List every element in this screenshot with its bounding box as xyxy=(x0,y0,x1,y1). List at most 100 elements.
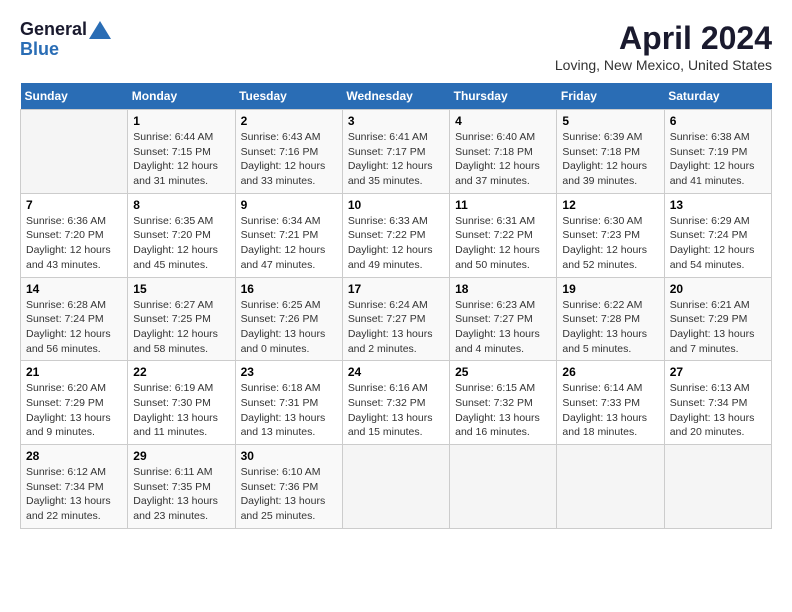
day-number: 6 xyxy=(670,114,766,128)
calendar-cell: 26 Sunrise: 6:14 AMSunset: 7:33 PMDayligh… xyxy=(557,361,664,445)
day-number: 18 xyxy=(455,282,551,296)
day-info: Sunrise: 6:39 AMSunset: 7:18 PMDaylight:… xyxy=(562,130,658,189)
calendar-cell: 21Sunrise: 6:20 AMSunset: 7:29 PMDayligh… xyxy=(21,361,128,445)
day-number: 24 xyxy=(348,365,444,379)
day-info: Sunrise: 6:18 AMSunset: 7:31 PMDaylight:… xyxy=(241,381,337,440)
calendar-header-row: SundayMondayTuesdayWednesdayThursdayFrid… xyxy=(21,83,772,110)
day-info: Sunrise: 6:40 AMSunset: 7:18 PMDaylight:… xyxy=(455,130,551,189)
calendar-cell xyxy=(557,445,664,529)
header-thursday: Thursday xyxy=(450,83,557,110)
day-info: Sunrise: 6:19 AMSunset: 7:30 PMDaylight:… xyxy=(133,381,229,440)
day-info: Sunrise: 6:41 AMSunset: 7:17 PMDaylight:… xyxy=(348,130,444,189)
day-info: Sunrise: 6:11 AMSunset: 7:35 PMDaylight:… xyxy=(133,465,229,524)
day-info: Sunrise: 6:36 AMSunset: 7:20 PMDaylight:… xyxy=(26,214,122,273)
calendar-week-3: 14Sunrise: 6:28 AMSunset: 7:24 PMDayligh… xyxy=(21,277,772,361)
day-info: Sunrise: 6:23 AMSunset: 7:27 PMDaylight:… xyxy=(455,298,551,357)
calendar-cell: 16 Sunrise: 6:25 AMSunset: 7:26 PMDayligh… xyxy=(235,277,342,361)
day-number: 19 xyxy=(562,282,658,296)
calendar-cell: 20 Sunrise: 6:21 AMSunset: 7:29 PMDayligh… xyxy=(664,277,771,361)
day-number: 16 xyxy=(241,282,337,296)
day-number: 4 xyxy=(455,114,551,128)
day-number: 8 xyxy=(133,198,229,212)
day-number: 1 xyxy=(133,114,229,128)
calendar-cell: 29Sunrise: 6:11 AMSunset: 7:35 PMDayligh… xyxy=(128,445,235,529)
day-info: Sunrise: 6:10 AMSunset: 7:36 PMDaylight:… xyxy=(241,465,337,524)
subtitle: Loving, New Mexico, United States xyxy=(555,57,772,73)
calendar-cell: 6 Sunrise: 6:38 AMSunset: 7:19 PMDaylight… xyxy=(664,110,771,194)
day-info: Sunrise: 6:43 AMSunset: 7:16 PMDaylight:… xyxy=(241,130,337,189)
day-number: 23 xyxy=(241,365,337,379)
day-info: Sunrise: 6:16 AMSunset: 7:32 PMDaylight:… xyxy=(348,381,444,440)
day-number: 25 xyxy=(455,365,551,379)
day-info: Sunrise: 6:15 AMSunset: 7:32 PMDaylight:… xyxy=(455,381,551,440)
calendar-cell: 2 Sunrise: 6:43 AMSunset: 7:16 PMDaylight… xyxy=(235,110,342,194)
calendar-cell: 11 Sunrise: 6:31 AMSunset: 7:22 PMDayligh… xyxy=(450,193,557,277)
day-info: Sunrise: 6:44 AMSunset: 7:15 PMDaylight:… xyxy=(133,130,229,189)
header-wednesday: Wednesday xyxy=(342,83,449,110)
day-number: 7 xyxy=(26,198,122,212)
calendar-cell: 9Sunrise: 6:34 AMSunset: 7:21 PMDaylight… xyxy=(235,193,342,277)
header-monday: Monday xyxy=(128,83,235,110)
calendar-cell: 13 Sunrise: 6:29 AMSunset: 7:24 PMDayligh… xyxy=(664,193,771,277)
calendar-cell: 5 Sunrise: 6:39 AMSunset: 7:18 PMDaylight… xyxy=(557,110,664,194)
calendar-cell: 12 Sunrise: 6:30 AMSunset: 7:23 PMDayligh… xyxy=(557,193,664,277)
day-info: Sunrise: 6:13 AMSunset: 7:34 PMDaylight:… xyxy=(670,381,766,440)
logo: General Blue xyxy=(20,20,111,60)
calendar-cell: 19Sunrise: 6:22 AMSunset: 7:28 PMDayligh… xyxy=(557,277,664,361)
calendar-cell: 27 Sunrise: 6:13 AMSunset: 7:34 PMDayligh… xyxy=(664,361,771,445)
day-number: 26 xyxy=(562,365,658,379)
calendar-cell xyxy=(664,445,771,529)
day-info: Sunrise: 6:31 AMSunset: 7:22 PMDaylight:… xyxy=(455,214,551,273)
day-info: Sunrise: 6:14 AMSunset: 7:33 PMDaylight:… xyxy=(562,381,658,440)
main-title: April 2024 xyxy=(555,20,772,57)
day-number: 3 xyxy=(348,114,444,128)
calendar-cell: 30Sunrise: 6:10 AMSunset: 7:36 PMDayligh… xyxy=(235,445,342,529)
calendar-cell: 7 Sunrise: 6:36 AMSunset: 7:20 PMDaylight… xyxy=(21,193,128,277)
calendar-cell: 1 Sunrise: 6:44 AMSunset: 7:15 PMDaylight… xyxy=(128,110,235,194)
calendar-cell: 17 Sunrise: 6:24 AMSunset: 7:27 PMDayligh… xyxy=(342,277,449,361)
header-tuesday: Tuesday xyxy=(235,83,342,110)
day-info: Sunrise: 6:38 AMSunset: 7:19 PMDaylight:… xyxy=(670,130,766,189)
calendar-table: SundayMondayTuesdayWednesdayThursdayFrid… xyxy=(20,83,772,529)
calendar-cell: 3 Sunrise: 6:41 AMSunset: 7:17 PMDaylight… xyxy=(342,110,449,194)
calendar-week-1: 1 Sunrise: 6:44 AMSunset: 7:15 PMDaylight… xyxy=(21,110,772,194)
calendar-cell: 15Sunrise: 6:27 AMSunset: 7:25 PMDayligh… xyxy=(128,277,235,361)
calendar-cell: 4 Sunrise: 6:40 AMSunset: 7:18 PMDaylight… xyxy=(450,110,557,194)
day-info: Sunrise: 6:12 AMSunset: 7:34 PMDaylight:… xyxy=(26,465,122,524)
header-friday: Friday xyxy=(557,83,664,110)
header-sunday: Sunday xyxy=(21,83,128,110)
day-number: 20 xyxy=(670,282,766,296)
day-info: Sunrise: 6:33 AMSunset: 7:22 PMDaylight:… xyxy=(348,214,444,273)
calendar-cell: 23 Sunrise: 6:18 AMSunset: 7:31 PMDayligh… xyxy=(235,361,342,445)
day-number: 15 xyxy=(133,282,229,296)
day-number: 10 xyxy=(348,198,444,212)
day-number: 17 xyxy=(348,282,444,296)
calendar-cell xyxy=(21,110,128,194)
header-saturday: Saturday xyxy=(664,83,771,110)
calendar-cell: 22 Sunrise: 6:19 AMSunset: 7:30 PMDayligh… xyxy=(128,361,235,445)
day-number: 2 xyxy=(241,114,337,128)
day-info: Sunrise: 6:35 AMSunset: 7:20 PMDaylight:… xyxy=(133,214,229,273)
day-info: Sunrise: 6:20 AMSunset: 7:29 PMDaylight:… xyxy=(26,381,122,440)
logo-general: General xyxy=(20,20,87,40)
day-info: Sunrise: 6:25 AMSunset: 7:26 PMDaylight:… xyxy=(241,298,337,357)
calendar-cell xyxy=(450,445,557,529)
day-number: 11 xyxy=(455,198,551,212)
day-number: 27 xyxy=(670,365,766,379)
calendar-cell: 25 Sunrise: 6:15 AMSunset: 7:32 PMDayligh… xyxy=(450,361,557,445)
day-number: 12 xyxy=(562,198,658,212)
calendar-week-2: 7 Sunrise: 6:36 AMSunset: 7:20 PMDaylight… xyxy=(21,193,772,277)
day-info: Sunrise: 6:21 AMSunset: 7:29 PMDaylight:… xyxy=(670,298,766,357)
day-number: 22 xyxy=(133,365,229,379)
calendar-cell: 8 Sunrise: 6:35 AMSunset: 7:20 PMDaylight… xyxy=(128,193,235,277)
day-number: 14 xyxy=(26,282,122,296)
calendar-cell: 14Sunrise: 6:28 AMSunset: 7:24 PMDayligh… xyxy=(21,277,128,361)
day-info: Sunrise: 6:29 AMSunset: 7:24 PMDaylight:… xyxy=(670,214,766,273)
logo-blue: Blue xyxy=(20,39,59,59)
day-info: Sunrise: 6:24 AMSunset: 7:27 PMDaylight:… xyxy=(348,298,444,357)
calendar-cell xyxy=(342,445,449,529)
day-info: Sunrise: 6:30 AMSunset: 7:23 PMDaylight:… xyxy=(562,214,658,273)
day-number: 13 xyxy=(670,198,766,212)
day-info: Sunrise: 6:34 AMSunset: 7:21 PMDaylight:… xyxy=(241,214,337,273)
day-number: 5 xyxy=(562,114,658,128)
